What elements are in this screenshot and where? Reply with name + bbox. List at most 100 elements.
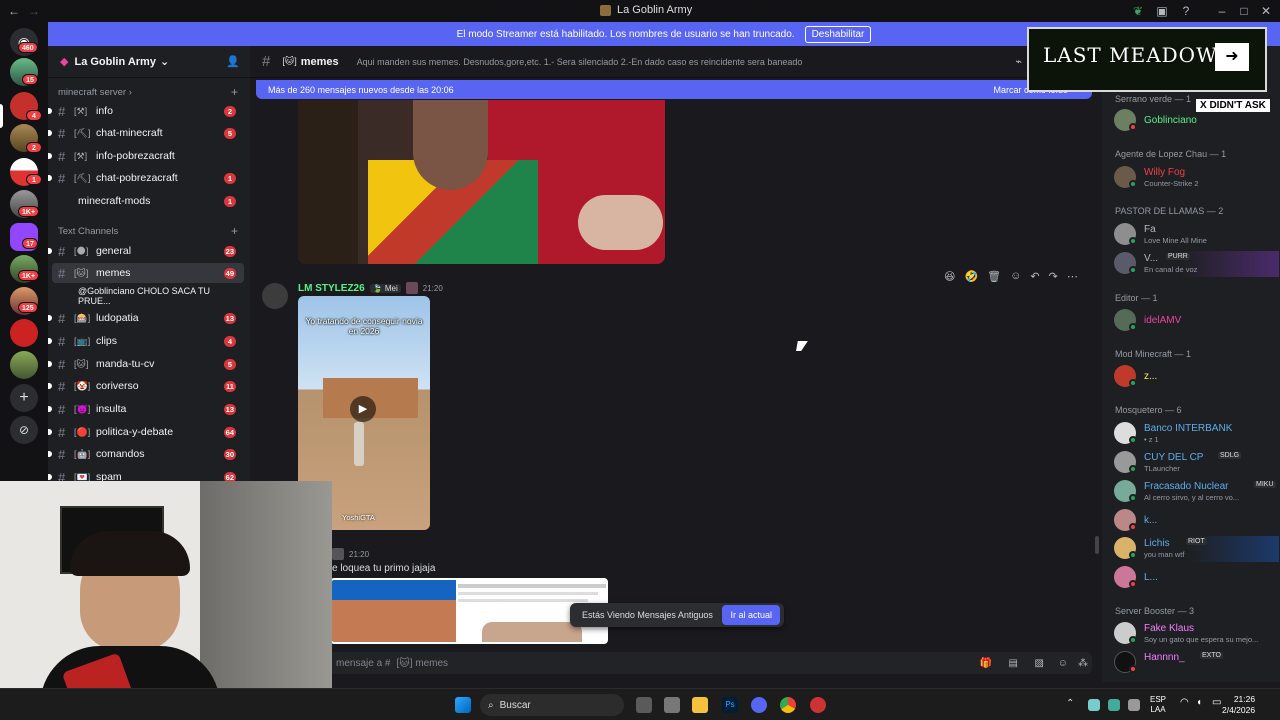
apps-icon[interactable]: ⁂ bbox=[1078, 658, 1088, 669]
threads-icon[interactable]: ⌁ bbox=[1015, 55, 1022, 68]
more-icon[interactable]: ⋯ bbox=[1067, 270, 1078, 288]
add-channel-icon[interactable]: + bbox=[231, 224, 238, 238]
member-item[interactable]: Hannnn_ EXTO bbox=[1114, 650, 1279, 676]
photoshop-icon[interactable]: Ps bbox=[722, 697, 738, 713]
channel-info-pobrezacraft[interactable]: # [⚒] info-pobrezacraft bbox=[48, 146, 244, 166]
reply-icon[interactable]: ↶ bbox=[1030, 270, 1039, 288]
member-item[interactable]: z... bbox=[1114, 364, 1279, 390]
add-channel-icon[interactable]: + bbox=[231, 85, 238, 99]
channel-ludopatia[interactable]: # [🎰] ludopatia 13 bbox=[48, 308, 244, 328]
avatar[interactable] bbox=[262, 283, 288, 309]
play-icon[interactable]: ▶ bbox=[350, 396, 376, 422]
member-item[interactable]: Banco INTERBANK • z 1 bbox=[1114, 421, 1279, 447]
battery-icon[interactable]: ▭ bbox=[1212, 697, 1221, 708]
attachment-image[interactable] bbox=[330, 578, 608, 644]
add-reaction-icon[interactable]: ☺ bbox=[1010, 270, 1021, 288]
add-member-icon[interactable]: 👤 bbox=[226, 55, 240, 68]
close-icon[interactable]: ✕ bbox=[1258, 3, 1274, 19]
maximize-icon[interactable]: □ bbox=[1236, 3, 1252, 19]
wifi-icon[interactable]: ◠ bbox=[1180, 697, 1189, 708]
channel-comandos[interactable]: # [🤖] comandos 30 bbox=[48, 444, 244, 464]
webcam-overlay bbox=[0, 481, 332, 720]
disable-streamer-button[interactable]: Deshabilitar bbox=[804, 25, 872, 43]
emoji-icon[interactable]: ☺ bbox=[1058, 658, 1068, 669]
role-header: Agente de Lopez Chau — 1 bbox=[1115, 149, 1227, 159]
member-item[interactable]: L... bbox=[1114, 565, 1279, 591]
channel-topic[interactable]: Aqui manden sus memes. Desnudos,gore,etc… bbox=[357, 57, 803, 67]
volume-icon[interactable]: ◖ bbox=[1196, 697, 1202, 708]
hash-icon: # bbox=[58, 401, 66, 417]
gift-icon[interactable]: 🎁 bbox=[980, 658, 992, 669]
guild-header[interactable]: ◆ La Goblin Army ⌄ 👤 bbox=[48, 46, 250, 78]
category-text-channels[interactable]: Text Channels bbox=[58, 226, 118, 237]
gif-icon[interactable]: ▤ bbox=[1009, 658, 1018, 669]
member-item[interactable]: CUY DEL CP SDLG TLauncher bbox=[1114, 450, 1279, 476]
channel-insulta[interactable]: # [👿] insulta 13 bbox=[48, 399, 244, 419]
channel-coriverso[interactable]: # [🤡] coriverso 11 bbox=[48, 376, 244, 396]
channel-chat-pobrezacraft[interactable]: # [⛏] chat-pobrezacraft 1 bbox=[48, 168, 244, 188]
message-author[interactable]: LM STYLEZ26 bbox=[298, 283, 365, 294]
member-item[interactable]: Fake Klaus Soy un gato que espera su mejo… bbox=[1114, 621, 1279, 647]
channel-general[interactable]: # [🌑] general 23 bbox=[48, 241, 244, 261]
task-view-icon[interactable] bbox=[636, 697, 652, 713]
member-item[interactable]: Lichis RIOT you man wtf bbox=[1114, 536, 1279, 562]
member-item[interactable]: V... PURR En canal de voz bbox=[1114, 251, 1279, 277]
server-icon[interactable] bbox=[10, 351, 38, 379]
member-item[interactable]: Willy Fog Counter-Strike 2 bbox=[1114, 165, 1279, 191]
chrome-icon[interactable] bbox=[780, 697, 796, 713]
sticker-icon[interactable]: ▧ bbox=[1035, 658, 1044, 669]
banner-text: El modo Streamer está habilitado. Los no… bbox=[456, 28, 795, 40]
server-icon[interactable] bbox=[10, 319, 38, 347]
channel-minecraft-mods[interactable]: minecraft-mods 1 bbox=[52, 191, 244, 211]
attachment-image[interactable] bbox=[298, 100, 665, 264]
channel-memes[interactable]: # [🐱] memes 49 bbox=[52, 263, 244, 283]
channel-clips[interactable]: # [📺] clips 4 bbox=[48, 331, 244, 351]
windows-start-icon[interactable] bbox=[455, 697, 471, 713]
thread-goblinciano[interactable]: @Goblinciano CHOLO SACA TU PRUE... bbox=[72, 286, 244, 306]
member-item[interactable]: idelAMV bbox=[1114, 308, 1279, 334]
leaf-icon[interactable]: ❦ bbox=[1130, 3, 1146, 19]
member-item[interactable]: Fa Love Mine All Mine bbox=[1114, 222, 1279, 248]
chevron-up-icon[interactable]: ⌃ bbox=[1066, 698, 1074, 709]
clock[interactable]: 21:26 2/4/2026 bbox=[1222, 694, 1255, 716]
channel-manda-tu-cv[interactable]: # [🐱] manda-tu-cv 5 bbox=[48, 354, 244, 374]
add-server-icon[interactable]: + bbox=[10, 384, 38, 412]
active-server-pill bbox=[0, 104, 3, 128]
message-input[interactable]: mensaje a # [🐱] memes 🎁 ▤ ▧ ☺ ⁂ bbox=[256, 652, 1092, 674]
emoji-reaction-icon[interactable]: 😆 bbox=[944, 270, 955, 288]
hash-icon: # bbox=[58, 265, 66, 281]
role-icon bbox=[405, 282, 418, 294]
app-icon[interactable] bbox=[810, 697, 826, 713]
file-explorer-icon[interactable] bbox=[692, 697, 708, 713]
search-box[interactable]: ⌕ Buscar bbox=[480, 694, 624, 716]
server-badge: 17 bbox=[22, 238, 38, 249]
member-item[interactable]: Fracasado Nuclear MIKU Al cerro sirvo, y a… bbox=[1114, 479, 1279, 505]
emoji-reaction-icon[interactable]: 🗑 bbox=[987, 270, 1001, 288]
tray-icon[interactable] bbox=[1128, 699, 1140, 711]
language-indicator[interactable]: ESP LAA bbox=[1150, 695, 1166, 715]
channel-info[interactable]: # [⚒] info 2 bbox=[48, 101, 244, 121]
role-header: Mod Minecraft — 1 bbox=[1115, 349, 1192, 359]
chat-area: # [🐱] memes Aqui manden sus memes. Desnu… bbox=[250, 46, 1102, 682]
inbox-icon[interactable]: ▣ bbox=[1154, 3, 1170, 19]
discord-icon[interactable] bbox=[751, 697, 767, 713]
help-icon[interactable]: ? bbox=[1178, 3, 1194, 19]
channel-politica-y-debate[interactable]: # [🔴] politica-y-debate 64 bbox=[48, 422, 244, 442]
member-item[interactable]: k... bbox=[1114, 508, 1279, 534]
category-minecraft[interactable]: minecraft server › bbox=[58, 87, 132, 98]
minimize-icon[interactable]: – bbox=[1214, 3, 1230, 19]
guild-tag: PURR bbox=[1166, 253, 1190, 260]
new-messages-bar[interactable]: Más de 260 mensajes nuevos desde las 20:… bbox=[256, 80, 1092, 99]
jump-to-present-button[interactable]: Ir al actual bbox=[722, 605, 780, 625]
tray-icon[interactable] bbox=[1108, 699, 1120, 711]
role-header: Server Booster — 3 bbox=[1115, 606, 1195, 616]
back-arrow-icon[interactable]: ← bbox=[6, 3, 22, 19]
channel-chat-minecraft[interactable]: # [⛏] chat-minecraft 5 bbox=[48, 123, 244, 143]
scrollbar[interactable] bbox=[1095, 536, 1099, 554]
tray-icon[interactable] bbox=[1088, 699, 1100, 711]
app-icon[interactable] bbox=[664, 697, 680, 713]
forward-arrow-icon[interactable]: → bbox=[26, 3, 42, 19]
discover-icon[interactable]: ⊘ bbox=[10, 416, 38, 444]
forward-icon[interactable]: ↷ bbox=[1049, 270, 1058, 288]
emoji-reaction-icon[interactable]: 🤣 bbox=[964, 270, 978, 288]
